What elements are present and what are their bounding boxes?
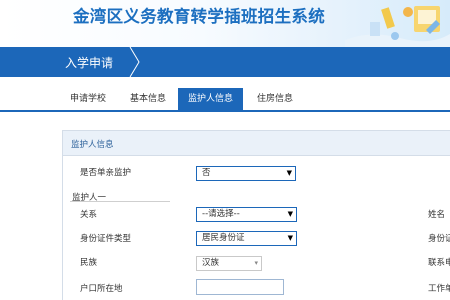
id-type-value: 居民身份证 bbox=[202, 233, 245, 243]
main-nav-bar: 入学申请 bbox=[0, 47, 450, 77]
id-number-label: 身份证 bbox=[428, 234, 450, 244]
breadcrumb-chevron-icon bbox=[129, 47, 140, 77]
id-type-label: 身份证件类型 bbox=[80, 234, 132, 244]
relation-value: --请选择-- bbox=[202, 209, 240, 219]
relation-select[interactable]: --请选择-- ▼ bbox=[196, 207, 297, 222]
id-type-select[interactable]: 居民身份证 ▼ bbox=[196, 231, 297, 246]
name-label: 姓名 bbox=[428, 210, 446, 220]
single-parent-label: 是否单亲监护 bbox=[80, 168, 132, 178]
household-input[interactable] bbox=[196, 279, 284, 295]
panel-header: 监护人信息 bbox=[63, 131, 450, 156]
contact-phone-label: 联系电 bbox=[428, 258, 450, 268]
dropdown-arrow-icon: ▾ bbox=[254, 259, 258, 267]
tab-guardian-info[interactable]: 监护人信息 bbox=[178, 88, 243, 110]
ethnicity-label: 民族 bbox=[80, 258, 98, 268]
single-parent-value: 否 bbox=[202, 168, 211, 178]
ethnicity-value: 汉族 bbox=[202, 258, 220, 268]
dropdown-arrow-icon: ▼ bbox=[287, 210, 293, 218]
form-tabs: 申请学校 基本信息 监护人信息 住房信息 bbox=[0, 88, 450, 112]
section-divider bbox=[70, 201, 170, 202]
dropdown-arrow-icon: ▼ bbox=[287, 234, 293, 242]
relation-label: 关系 bbox=[80, 210, 98, 220]
header-banner: 金湾区义务教育转学插班招生系统 bbox=[0, 0, 450, 47]
ethnicity-select[interactable]: 汉族 ▾ bbox=[196, 256, 262, 271]
tab-basic-info[interactable]: 基本信息 bbox=[120, 88, 176, 110]
work-unit-label: 工作单 bbox=[428, 284, 450, 294]
household-label: 户口所在地 bbox=[80, 284, 123, 294]
single-parent-select[interactable]: 否 ▼ bbox=[196, 166, 296, 181]
nav-item-enrollment-application[interactable]: 入学申请 bbox=[50, 47, 155, 77]
decorative-illustration-icon bbox=[345, 6, 450, 47]
dropdown-arrow-icon: ▼ bbox=[286, 169, 292, 177]
tab-apply-school[interactable]: 申请学校 bbox=[62, 88, 114, 110]
panel-title: 监护人信息 bbox=[71, 140, 114, 150]
system-title: 金湾区义务教育转学插班招生系统 bbox=[73, 7, 325, 26]
tab-housing-info[interactable]: 住房信息 bbox=[246, 88, 304, 110]
nav-item-label: 入学申请 bbox=[65, 56, 114, 70]
